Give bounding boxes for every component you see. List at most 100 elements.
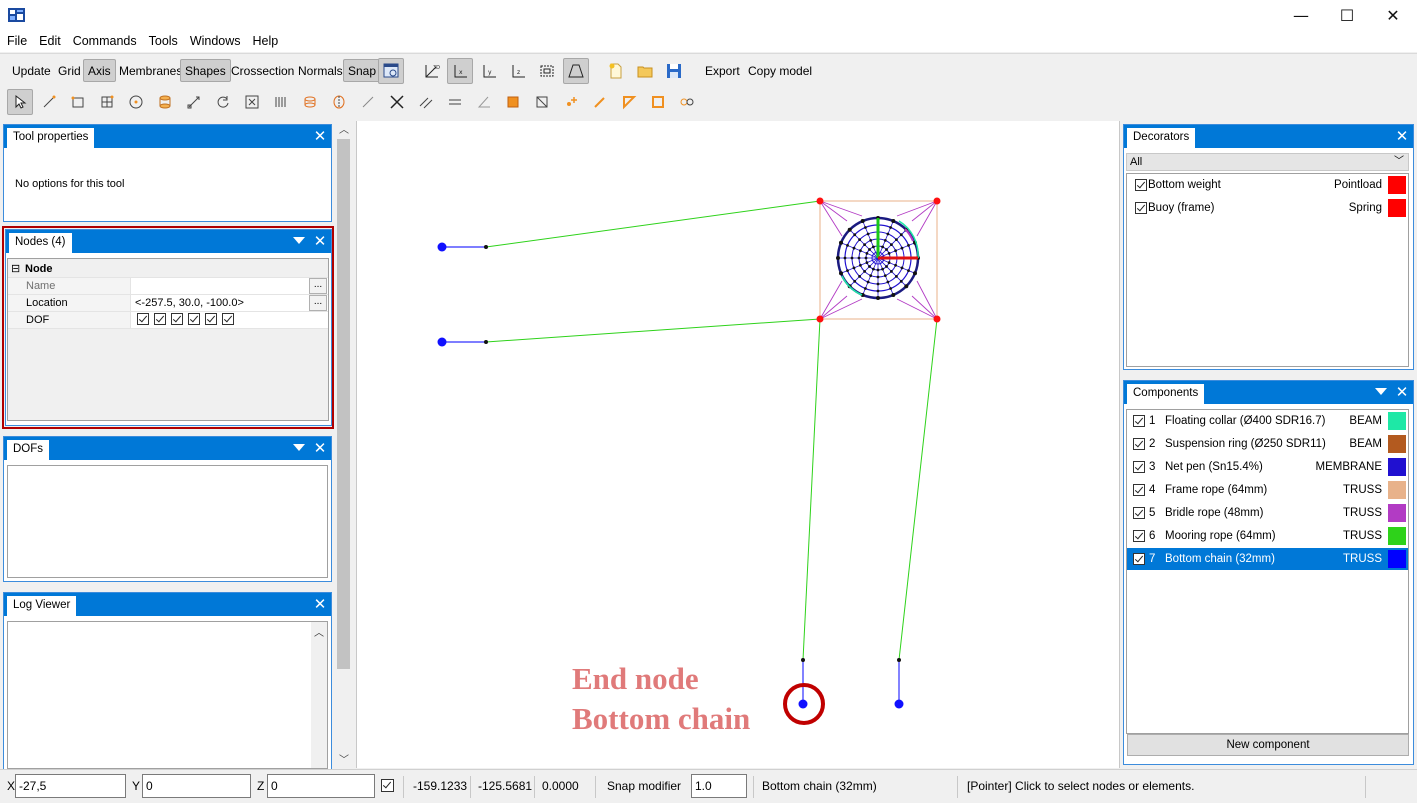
close-icon[interactable]: ✕ (1395, 128, 1409, 144)
parallel-tool-icon[interactable] (413, 89, 439, 115)
component-item[interactable]: 3 Net pen (Sn15.4%) MEMBRANE (1127, 456, 1408, 478)
cylinder-tool-icon[interactable] (152, 89, 178, 115)
component-item[interactable]: 4 Frame rope (64mm) TRUSS (1127, 479, 1408, 501)
property-category-node[interactable]: ⊟ Node (8, 261, 328, 278)
decorator-color-swatch[interactable] (1388, 199, 1406, 217)
component-color-swatch[interactable] (1388, 504, 1406, 522)
rectangle-tool-icon[interactable] (65, 89, 91, 115)
log-viewer-title[interactable]: Log Viewer (7, 596, 77, 616)
mooring-rope[interactable] (485, 200, 821, 248)
circle-tool-icon[interactable] (123, 89, 149, 115)
component-color-swatch[interactable] (1388, 550, 1406, 568)
component-color-swatch[interactable] (1388, 435, 1406, 453)
scale-tool-icon[interactable] (239, 89, 265, 115)
close-icon[interactable]: ✕ (313, 440, 327, 456)
component-item[interactable]: 1 Floating collar (Ø400 SDR16.7) BEAM (1127, 410, 1408, 432)
menu-windows[interactable]: Windows (184, 30, 247, 52)
angle-tool-icon[interactable] (471, 89, 497, 115)
close-icon[interactable]: ✕ (1395, 384, 1409, 400)
decorator-color-swatch[interactable] (1388, 176, 1406, 194)
decorator-item[interactable]: Buoy (frame) Spring (1127, 197, 1408, 219)
axis-toggle[interactable]: Axis (83, 59, 116, 82)
add-node-tool-icon[interactable] (558, 89, 584, 115)
add-line-tool-icon[interactable] (587, 89, 613, 115)
model-drawing[interactable]: End node Bottom chain (357, 121, 1121, 768)
extrude-tool-icon[interactable] (297, 89, 323, 115)
add-triangle-tool-icon[interactable] (616, 89, 642, 115)
add-quad-tool-icon[interactable] (645, 89, 671, 115)
z-coordinate-input[interactable]: 0 (267, 774, 375, 798)
scroll-up-icon[interactable]: ︿ (339, 121, 349, 136)
dof-checkboxes[interactable] (130, 312, 328, 328)
menu-edit[interactable]: Edit (33, 30, 67, 52)
component-checkbox[interactable] (1133, 507, 1145, 519)
dropdown-icon[interactable] (1375, 388, 1387, 395)
scroll-down-icon[interactable]: ﹀ (339, 751, 349, 766)
menu-commands[interactable]: Commands (67, 30, 143, 52)
component-color-swatch[interactable] (1388, 481, 1406, 499)
property-row-dof[interactable]: DOF (8, 312, 328, 329)
component-checkbox[interactable] (1133, 415, 1145, 427)
property-row-name[interactable]: Name ... (8, 278, 328, 295)
component-item[interactable]: 2 Suspension ring (Ø250 SDR11) BEAM (1127, 433, 1408, 455)
link-tool-icon[interactable] (674, 89, 700, 115)
menu-tools[interactable]: Tools (143, 30, 184, 52)
view-xz-icon[interactable]: x (447, 58, 473, 84)
tool-properties-title[interactable]: Tool properties (7, 128, 95, 148)
components-title[interactable]: Components (1127, 384, 1205, 404)
shapes-toggle[interactable]: Shapes (180, 59, 231, 82)
open-folder-icon[interactable] (632, 58, 658, 84)
decorator-checkbox[interactable] (1135, 202, 1147, 214)
ellipsis-button[interactable]: ... (309, 278, 327, 294)
normals-toggle[interactable]: Normals (293, 59, 348, 82)
x-coordinate-input[interactable]: -27,5 (15, 774, 126, 798)
rotate-tool-icon[interactable] (210, 89, 236, 115)
dofs-panel-title[interactable]: DOFs (7, 440, 50, 460)
mooring-rope[interactable] (802, 318, 821, 661)
dof-checkbox[interactable] (171, 313, 183, 325)
face-tool-icon[interactable] (500, 89, 526, 115)
component-checkbox[interactable] (1133, 484, 1145, 496)
decorator-item[interactable]: Bottom weight Pointload (1127, 174, 1408, 196)
scroll-up-icon[interactable]: ︿ (314, 624, 324, 639)
component-item[interactable]: 7 Bottom chain (32mm) TRUSS (1127, 548, 1408, 570)
dropdown-icon[interactable] (293, 237, 305, 244)
property-value[interactable]: <-257.5, 30.0, -100.0> (130, 295, 328, 311)
crossection-toggle[interactable]: Crossection (226, 59, 299, 82)
array-tool-icon[interactable] (268, 89, 294, 115)
segment-tool-icon[interactable] (355, 89, 381, 115)
component-checkbox[interactable] (1133, 553, 1145, 565)
snap-modifier-input[interactable]: 1.0 (691, 774, 747, 798)
component-checkbox[interactable] (1133, 461, 1145, 473)
component-item[interactable]: 5 Bridle rope (48mm) TRUSS (1127, 502, 1408, 524)
line-tool-icon[interactable] (36, 89, 62, 115)
dof-checkbox[interactable] (205, 313, 217, 325)
close-icon[interactable]: ✕ (313, 233, 327, 249)
revolve-tool-icon[interactable] (326, 89, 352, 115)
update-button[interactable]: Update (7, 59, 56, 82)
snap-toggle[interactable]: Snap (343, 59, 382, 82)
maximize-button[interactable]: ☐ (1324, 0, 1370, 30)
close-icon[interactable]: ✕ (313, 128, 327, 144)
close-icon[interactable]: ✕ (313, 596, 327, 612)
left-scrollbar[interactable]: ︿ ﹀ (335, 121, 352, 768)
log-scrollbar[interactable]: ︿ (311, 622, 327, 768)
coordinate-lock-checkbox[interactable] (381, 779, 394, 792)
copy-model-button[interactable]: Copy model (743, 59, 817, 82)
mooring-rope[interactable] (898, 318, 938, 661)
new-component-button[interactable]: New component (1127, 734, 1409, 756)
view-isometric-icon[interactable]: 3D (418, 58, 444, 84)
component-checkbox[interactable] (1133, 530, 1145, 542)
component-color-swatch[interactable] (1388, 458, 1406, 476)
minimize-button[interactable]: — (1278, 0, 1324, 30)
dof-checkbox[interactable] (137, 313, 149, 325)
dropdown-icon[interactable] (293, 444, 305, 451)
component-item[interactable]: 6 Mooring rope (64mm) TRUSS (1127, 525, 1408, 547)
dof-checkbox[interactable] (154, 313, 166, 325)
component-color-swatch[interactable] (1388, 412, 1406, 430)
scrollbar-thumb[interactable] (337, 139, 350, 669)
split-face-tool-icon[interactable] (529, 89, 555, 115)
pointer-tool-icon[interactable] (7, 89, 33, 115)
menu-help[interactable]: Help (247, 30, 285, 52)
decorator-checkbox[interactable] (1135, 179, 1147, 191)
